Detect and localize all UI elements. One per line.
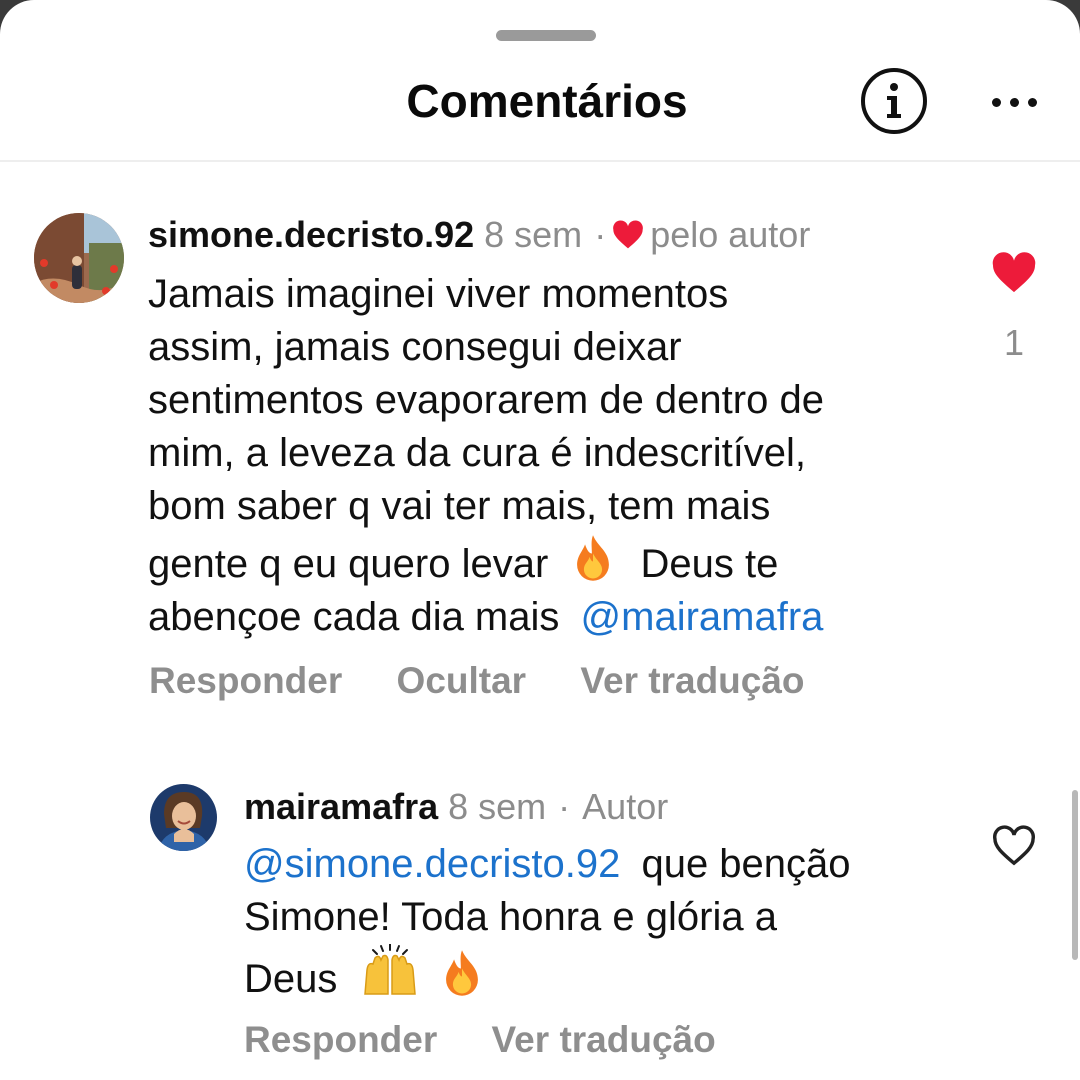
- like-count[interactable]: 1: [990, 322, 1038, 364]
- more-options-icon[interactable]: [992, 98, 1038, 108]
- reply-button[interactable]: Responder: [244, 1019, 437, 1060]
- heart-outline-icon[interactable]: [990, 825, 1038, 867]
- comment-actions: Responder Ver tradução: [244, 1019, 760, 1061]
- heart-icon[interactable]: [990, 252, 1038, 294]
- see-translation-button[interactable]: Ver tradução: [580, 660, 804, 701]
- author-badge: Autor: [582, 786, 669, 827]
- comments-sheet: Comentários simone.decristo.92 8 sem · p…: [0, 0, 1080, 1080]
- header-divider: [0, 160, 1080, 162]
- fire-emoji-icon: [445, 950, 478, 996]
- comment-meta: mairamafra 8 sem · Autor: [244, 786, 668, 828]
- username[interactable]: mairamafra: [244, 786, 438, 828]
- mention-link[interactable]: @simone.decristo.92: [244, 842, 620, 886]
- comment-meta: simone.decristo.92 8 sem · pelo autor: [148, 214, 810, 256]
- fire-emoji-icon: [577, 535, 610, 581]
- header: Comentários: [0, 60, 1080, 150]
- separator: ·: [594, 214, 607, 255]
- comment-text: @simone.decristo.92 que benção Simone! T…: [244, 842, 851, 1001]
- drag-handle[interactable]: [496, 30, 596, 41]
- info-glyph: [887, 83, 901, 118]
- see-translation-button[interactable]: Ver tradução: [492, 1019, 716, 1060]
- scrollbar[interactable]: [1072, 790, 1078, 960]
- timestamp: 8 sem: [448, 786, 547, 827]
- reply-button[interactable]: Responder: [149, 660, 342, 701]
- username[interactable]: simone.decristo.92: [148, 214, 474, 256]
- mention-link[interactable]: @mairamafra: [581, 595, 824, 639]
- info-icon[interactable]: [861, 68, 927, 134]
- liked-by-author-label: pelo autor: [650, 214, 811, 255]
- avatar[interactable]: [150, 784, 217, 851]
- heart-icon: [613, 220, 644, 249]
- raised-hands-emoji-icon: [363, 944, 416, 995]
- avatar[interactable]: [34, 213, 124, 303]
- comment-actions: Responder Ocultar Ver tradução: [149, 660, 849, 702]
- separator: ·: [558, 786, 571, 827]
- comment-text: Jamais imaginei viver momentos assim, ja…: [148, 272, 824, 639]
- timestamp: 8 sem: [484, 214, 583, 255]
- hide-button[interactable]: Ocultar: [397, 660, 527, 701]
